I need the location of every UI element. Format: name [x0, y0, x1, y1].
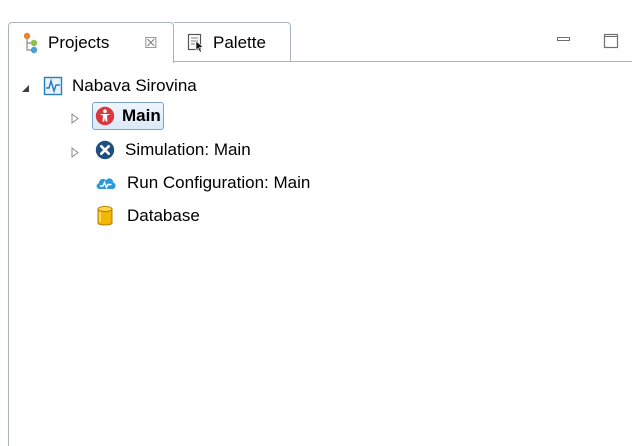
view-tab-bar: Projects ☒ Palette: [8, 22, 632, 63]
project-tree: Nabava Sirovina Main Simulation: Main Ru…: [8, 62, 632, 446]
tree-item-label: Run Configuration: Main: [127, 173, 311, 192]
tree-item-label: Nabava Sirovina: [72, 76, 197, 95]
maximize-icon[interactable]: [602, 32, 620, 50]
selection-highlight: Main: [92, 102, 164, 130]
tab-palette[interactable]: Palette: [174, 22, 291, 62]
tree-item-main[interactable]: Main: [70, 102, 164, 130]
collapsed-triangle-icon[interactable]: [70, 111, 80, 129]
window-top-strip: [0, 0, 632, 22]
experiment-x-icon: [95, 140, 115, 160]
close-tab-icon[interactable]: ☒: [144, 34, 157, 52]
tab-projects-label: Projects: [48, 33, 110, 52]
tree-item-label: Simulation: Main: [125, 140, 251, 159]
tree-item-label: Database: [127, 206, 200, 225]
expanded-triangle-icon[interactable]: [21, 81, 31, 99]
tab-projects[interactable]: Projects ☒: [8, 22, 174, 63]
tree-item-database[interactable]: Database: [95, 202, 200, 230]
collapsed-triangle-icon[interactable]: [70, 145, 80, 163]
database-cylinder-icon: [95, 205, 115, 227]
minimize-icon[interactable]: [556, 34, 572, 50]
agent-person-icon: [95, 106, 115, 126]
tab-palette-label: Palette: [213, 32, 266, 52]
tree-item-simulation[interactable]: Simulation: Main: [70, 136, 251, 164]
tree-item-label: Main: [122, 106, 161, 125]
run-configuration-cloud-icon: [95, 173, 117, 193]
projects-hierarchy-icon: [22, 32, 40, 54]
tree-item-root[interactable]: Nabava Sirovina: [21, 72, 197, 100]
model-chart-icon: [43, 76, 63, 96]
palette-icon: [187, 33, 205, 53]
tree-item-run-configuration[interactable]: Run Configuration: Main: [95, 169, 310, 197]
projects-view: Projects ☒ Palette Nabava Sirovina Main …: [8, 22, 632, 446]
